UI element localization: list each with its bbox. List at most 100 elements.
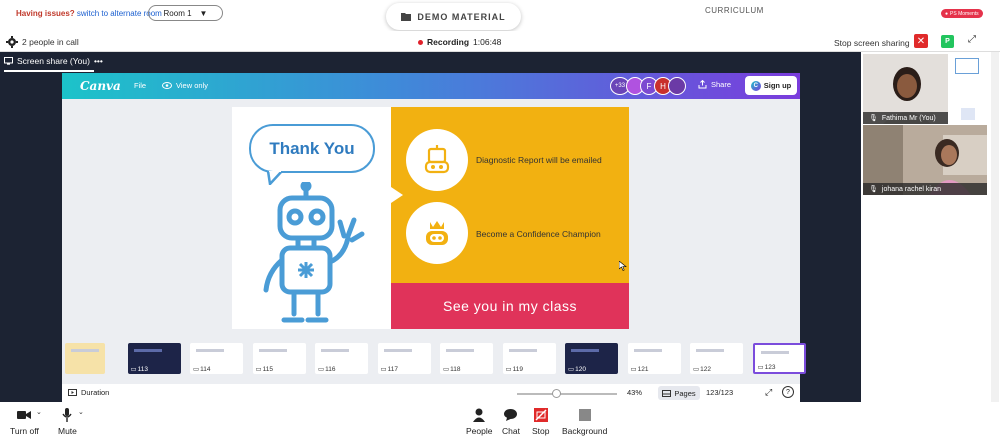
canva-header: Canva File View only +33 F H Share C Sig… bbox=[62, 73, 800, 99]
page-thumbnail[interactable]: ▭ 122 bbox=[690, 343, 743, 374]
thumbnail-number: 114 bbox=[200, 365, 211, 373]
page-thumbnail[interactable]: ▭ 113 bbox=[127, 343, 181, 374]
share-button[interactable]: Share bbox=[698, 80, 731, 89]
people-label: People bbox=[466, 426, 493, 436]
preview-box bbox=[961, 108, 975, 120]
recording-time: 1:06:48 bbox=[473, 37, 502, 47]
chat-button[interactable]: Chat bbox=[502, 408, 520, 436]
thumbnail-page-number: ▭ 118 bbox=[443, 365, 461, 374]
comment-icon: ▭ bbox=[318, 366, 325, 373]
page-thumbnail[interactable]: ▭ 121 bbox=[627, 343, 681, 374]
pages-label: Pages bbox=[674, 388, 696, 398]
demo-material-button[interactable]: DEMO MATERIAL bbox=[386, 3, 521, 30]
camera-options-chevron-icon[interactable]: ⌄ bbox=[36, 408, 42, 416]
room-select[interactable]: Room 1 ▼ bbox=[148, 5, 223, 21]
canva-logo[interactable]: Canva bbox=[80, 79, 121, 93]
canva-c-icon: C bbox=[750, 80, 761, 91]
page-thumbnail[interactable] bbox=[65, 343, 105, 374]
zoom-slider-track[interactable] bbox=[517, 393, 617, 395]
collaborator-avatars[interactable]: +33 F H bbox=[610, 76, 686, 96]
sign-up-label: Sign up bbox=[763, 81, 792, 90]
mouse-cursor-icon bbox=[619, 261, 627, 271]
canva-footer-bar: Duration 43% Pages 123/123 ⤢ ? bbox=[62, 384, 800, 402]
settings-gear-icon[interactable] bbox=[6, 35, 18, 48]
mute-button[interactable]: Mute bbox=[58, 408, 77, 436]
screen-share-tab[interactable]: Screen share (You) ••• bbox=[4, 56, 103, 66]
page-thumbnail-strip: ▭ 113 ▭ 114 ▭ 115 ▭ 116 ▭ 117 ▭ 118 ▭ 119 ▭ 120 ▭ 121 ▭ 122… bbox=[62, 340, 806, 377]
stop-screen-sharing-label[interactable]: Stop screen sharing bbox=[834, 38, 910, 48]
thumbnail-page-number: ▭ 115 bbox=[255, 365, 274, 374]
page-thumbnail[interactable]: ▭ 116 bbox=[315, 343, 368, 374]
participant-video-tile[interactable]: 🎙 johana rachel kiran bbox=[863, 125, 987, 195]
tab-underline bbox=[4, 70, 94, 72]
file-menu-button[interactable]: File bbox=[134, 81, 146, 90]
thumbnail-content bbox=[383, 349, 412, 352]
screen-share-icon bbox=[4, 57, 13, 65]
slide-item-report: Diagnostic Report will be emailed bbox=[476, 155, 602, 165]
screen-share-tab-label: Screen share (You) bbox=[17, 56, 90, 66]
page-thumbnail[interactable]: ▭ 115 bbox=[252, 343, 306, 374]
slide-footer-text: See you in my class bbox=[443, 298, 577, 314]
view-only-button[interactable]: View only bbox=[162, 81, 208, 90]
expand-icon[interactable]: ⤢ bbox=[968, 34, 981, 47]
panel-scrollbar[interactable] bbox=[991, 52, 999, 402]
thumbnail-page-number: ▭ 121 bbox=[630, 365, 649, 374]
duration-button[interactable]: Duration bbox=[68, 388, 109, 397]
stop-share-button[interactable]: Stop bbox=[532, 408, 550, 436]
page-thumbnail[interactable]: ▭ 114 bbox=[190, 343, 243, 374]
demo-material-label: DEMO MATERIAL bbox=[417, 11, 506, 22]
preview-frame bbox=[955, 58, 979, 74]
participant-name: johana rachel kiran bbox=[881, 185, 942, 193]
page-thumbnail[interactable]: ▭ 123 bbox=[752, 343, 806, 374]
participant-badge[interactable]: P bbox=[941, 35, 954, 48]
more-options-icon[interactable]: ••• bbox=[94, 56, 103, 66]
recording-label: Recording bbox=[427, 37, 470, 47]
mic-options-chevron-icon[interactable]: ⌄ bbox=[78, 408, 84, 416]
curriculum-link[interactable]: CURRICULUM bbox=[705, 6, 764, 15]
thumbnail-number: 116 bbox=[325, 365, 336, 373]
stop-sharing-close-icon[interactable]: ✕ bbox=[914, 34, 928, 48]
person-icon bbox=[472, 408, 486, 422]
people-in-call-count: 2 people in call bbox=[22, 37, 79, 47]
participant-name-bar: 🎙 Fathima Mr (You) bbox=[863, 112, 948, 124]
mic-icon: 🎙 bbox=[869, 115, 878, 122]
play-icon bbox=[68, 389, 77, 396]
people-button[interactable]: People bbox=[466, 408, 492, 436]
pages-button[interactable]: Pages bbox=[658, 386, 700, 400]
thumbnail-content bbox=[196, 349, 224, 352]
comment-icon: ▭ bbox=[255, 366, 262, 373]
thumbnail-content bbox=[321, 349, 349, 352]
champion-circle bbox=[406, 202, 468, 264]
slide-item-champion: Become a Confidence Champion bbox=[476, 229, 601, 239]
background-label: Background bbox=[562, 426, 608, 436]
page-thumbnail[interactable]: ▭ 117 bbox=[377, 343, 431, 374]
camera-label: Turn off bbox=[10, 426, 39, 436]
thumbnail-content bbox=[508, 349, 537, 352]
page-thumbnail[interactable]: ▭ 120 bbox=[565, 343, 618, 374]
stop-share-icon bbox=[533, 408, 548, 422]
duration-label: Duration bbox=[81, 388, 110, 397]
pages-icon bbox=[662, 389, 672, 397]
zoom-slider-handle[interactable] bbox=[552, 389, 561, 398]
camera-toggle-button[interactable]: Turn off bbox=[10, 408, 39, 436]
help-icon[interactable]: ? bbox=[782, 386, 794, 398]
chat-label: Chat bbox=[502, 426, 520, 436]
page-thumbnail[interactable]: ▭ 118 bbox=[440, 343, 493, 374]
comment-icon: ▭ bbox=[193, 366, 200, 373]
comment-icon: ▭ bbox=[630, 366, 637, 373]
fullscreen-icon[interactable]: ⤢ bbox=[765, 387, 772, 398]
participant-video-tile[interactable]: 🎙 Fathima Mr (You) bbox=[863, 54, 948, 124]
comment-icon: ▭ bbox=[693, 366, 700, 373]
robot-icon bbox=[263, 182, 365, 323]
page-thumbnail[interactable]: ▭ 119 bbox=[502, 343, 556, 374]
chat-bubble-icon bbox=[504, 408, 518, 422]
background-button[interactable]: Background bbox=[562, 408, 607, 436]
sign-up-button[interactable]: C Sign up bbox=[745, 76, 797, 95]
slide: Thank You Diagnostic Report will be emai… bbox=[232, 107, 629, 329]
share-upload-icon bbox=[698, 80, 707, 89]
moments-badge[interactable]: ● PS Moments bbox=[941, 9, 983, 18]
thumbnail-number: 117 bbox=[387, 365, 399, 373]
report-circle bbox=[406, 129, 468, 191]
avatar[interactable] bbox=[668, 77, 686, 95]
issues-notice: Having issues? switch to alternate room bbox=[16, 9, 162, 18]
